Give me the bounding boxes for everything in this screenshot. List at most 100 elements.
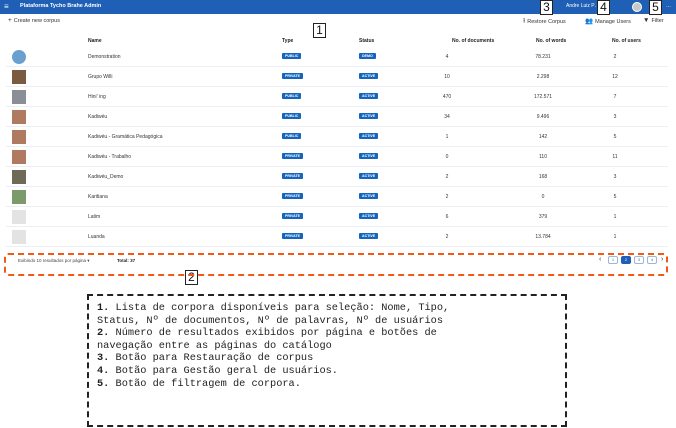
- words-count: 110: [539, 154, 547, 160]
- legend-text: Botão para Restauração de corpus: [109, 352, 314, 365]
- column-header-documents[interactable]: No. of documents: [452, 38, 494, 44]
- legend-number: 5.: [97, 377, 110, 390]
- legend-lines: 1. Lista de corpora disponíveis para sel…: [97, 302, 557, 390]
- corpus-thumbnail: [12, 190, 26, 204]
- callout-5: 5: [649, 0, 662, 15]
- legend-line: 3. Botão para Restauração de corpus: [97, 352, 557, 365]
- hamburger-icon[interactable]: ≡: [4, 2, 9, 12]
- callout-3: 3: [540, 0, 553, 15]
- corpus-thumbnail: [12, 130, 26, 144]
- corpus-name: Kadiwéu_Demo: [88, 174, 124, 180]
- type-badge: PUBLIC: [282, 93, 302, 99]
- status-badge: ACTIVE: [359, 133, 379, 139]
- type-badge: PRIVATE: [282, 173, 304, 179]
- words-count: 78.231: [535, 54, 551, 60]
- avatar[interactable]: [632, 2, 642, 12]
- users-count: 12: [612, 74, 618, 80]
- manage-users-button[interactable]: 👥 Manage Users: [585, 17, 631, 25]
- page-button[interactable]: 4: [647, 256, 657, 264]
- corpus-name: Demonstration: [88, 54, 121, 60]
- table-row[interactable]: Kadiwéu PUBLIC ACTIVE 34 9.496 3: [6, 107, 668, 127]
- status-badge: ACTIVE: [359, 113, 379, 119]
- type-badge: PRIVATE: [282, 73, 304, 79]
- total-count: Total: 37: [117, 258, 136, 263]
- type-badge: PRIVATE: [282, 233, 304, 239]
- table-row[interactable]: Kadiwéu - Trabalho PRIVATE ACTIVE 0 110 11: [6, 147, 668, 167]
- user-menu-extra[interactable]: …: [666, 3, 671, 9]
- plus-icon: +: [8, 17, 12, 24]
- corpus-thumbnail: [12, 210, 26, 224]
- table-row[interactable]: Grupo Willi PRIVATE ACTIVE 10 2.298 12: [6, 67, 668, 87]
- corpus-name: Kadiwéu - Trabalho: [88, 154, 132, 160]
- type-badge: PUBLIC: [282, 113, 302, 119]
- status-badge: ACTIVE: [359, 193, 379, 199]
- filter-button[interactable]: ▼ Filter: [643, 17, 664, 24]
- corpus-thumbnail: [12, 230, 26, 244]
- results-per-page-select[interactable]: Exibindo 10 resultados por página ▾: [18, 258, 90, 264]
- table-row[interactable]: Latim PRIVATE ACTIVE 6 379 1: [6, 207, 668, 227]
- users-count: 3: [613, 174, 617, 180]
- words-count: 2.298: [536, 74, 550, 80]
- words-count: 0: [541, 194, 545, 200]
- page-button[interactable]: 2: [621, 256, 631, 264]
- documents-count: 1: [445, 134, 449, 140]
- legend-number: 4.: [97, 364, 110, 377]
- column-header-name[interactable]: Name: [88, 38, 102, 44]
- legend-number: 1.: [97, 302, 110, 314]
- legend-text: Botão de filtragem de corpora.: [109, 377, 301, 390]
- legend-number: 3.: [97, 352, 110, 365]
- filter-label: Filter: [651, 18, 664, 24]
- column-header-users[interactable]: No. of users: [612, 38, 641, 44]
- documents-count: 2: [445, 234, 449, 240]
- status-badge: ACTIVE: [359, 153, 379, 159]
- corpus-name: Latim: [88, 214, 101, 220]
- legend-line: 1. Lista de corpora disponíveis para sel…: [97, 302, 557, 315]
- users-count: 11: [612, 154, 618, 160]
- prev-page-icon[interactable]: ‹: [599, 256, 601, 263]
- corpus-name: Grupo Willi: [88, 74, 113, 80]
- table-row[interactable]: Kadiwéu - Gramática Pedagógica PUBLIC ACTI…: [6, 127, 668, 147]
- table-row[interactable]: Kadiwéu_Demo PRIVATE ACTIVE 2 168 3: [6, 167, 668, 187]
- legend-text: Status, Nº de documentos, Nº de palavras…: [97, 314, 444, 327]
- users-count: 5: [613, 194, 617, 200]
- legend-text: navegação entre as páginas do catálogo: [97, 339, 332, 352]
- column-header-type[interactable]: Type: [282, 38, 293, 44]
- corpus-thumbnail: [12, 150, 26, 164]
- table-row[interactable]: Hiniʼ ing PUBLIC ACTIVE 470 172.571 7: [6, 87, 668, 107]
- words-count: 168: [538, 174, 548, 180]
- corpus-name: Kadiwéu: [88, 114, 108, 120]
- page-button[interactable]: 1: [608, 256, 618, 264]
- restore-corpus-label: Restore Corpus: [527, 19, 566, 25]
- table-row[interactable]: Karitiana PRIVATE ACTIVE 2 0 5: [6, 187, 668, 207]
- user-name[interactable]: Andre Luiz P…: [566, 3, 600, 9]
- legend-text: Botão para Gestão geral de usuários.: [109, 364, 338, 377]
- next-page-icon[interactable]: ›: [661, 256, 663, 263]
- legend-line: navegação entre as páginas do catálogo: [97, 340, 557, 353]
- corpus-name: Hiniʼ ing: [88, 94, 106, 100]
- create-corpus-button[interactable]: + Create new corpus: [8, 17, 60, 24]
- legend-box: 1. Lista de corpora disponíveis para sel…: [87, 294, 567, 427]
- status-badge: ACTIVE: [359, 173, 379, 179]
- users-count: 1: [613, 214, 617, 220]
- column-header-words[interactable]: No. of words: [536, 38, 566, 44]
- table-row[interactable]: Demonstration PUBLIC DEMO 4 78.231 2: [6, 47, 668, 67]
- callout-4: 4: [597, 0, 610, 15]
- legend-line: 2. Número de resultados exibidos por pág…: [97, 327, 557, 340]
- legend-line: Status, Nº de documentos, Nº de palavras…: [97, 315, 557, 328]
- corpus-name: Luanda: [88, 234, 105, 240]
- table-row[interactable]: Luanda PRIVATE ACTIVE 2 13.784 1: [6, 227, 668, 247]
- type-badge: PUBLIC: [282, 133, 302, 139]
- users-count: 7: [613, 94, 617, 100]
- type-badge: PRIVATE: [282, 213, 304, 219]
- status-badge: ACTIVE: [359, 73, 379, 79]
- status-badge: ACTIVE: [359, 213, 379, 219]
- upload-icon: ⭱: [523, 18, 526, 25]
- column-header-status[interactable]: Status: [359, 38, 374, 44]
- documents-count: 0: [445, 154, 449, 160]
- users-count: 5: [613, 134, 617, 140]
- page-button[interactable]: 3: [634, 256, 644, 264]
- manage-users-label: Manage Users: [595, 19, 631, 25]
- corpus-thumbnail: [12, 90, 26, 104]
- callout-1: 1: [313, 23, 326, 38]
- restore-corpus-button[interactable]: ⭱ Restore Corpus: [523, 17, 566, 28]
